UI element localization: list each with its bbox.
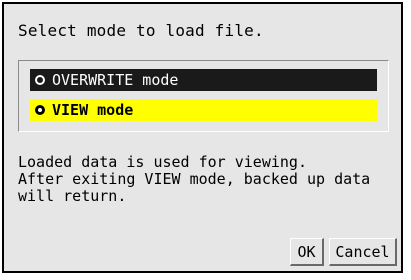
dialog-title: Select mode to load file.	[18, 21, 264, 40]
description-line: will return.	[18, 187, 127, 205]
overwrite-mode-label: OVERWRITE mode	[52, 71, 179, 89]
radio-unselected-icon	[35, 75, 45, 85]
view-mode-label: VIEW mode	[52, 101, 134, 119]
description-line: After exiting VIEW mode, backed up data	[18, 170, 371, 188]
mode-description: Loaded data is used for viewing. After e…	[18, 154, 398, 205]
overwrite-mode-option[interactable]: OVERWRITE mode	[30, 69, 377, 91]
description-line: Loaded data is used for viewing.	[18, 153, 307, 171]
mode-options-group: OVERWRITE mode VIEW mode	[18, 60, 389, 132]
load-mode-dialog: Select mode to load file. OVERWRITE mode…	[2, 2, 403, 273]
cancel-button[interactable]: Cancel	[329, 238, 397, 266]
ok-button[interactable]: OK	[290, 238, 324, 266]
view-mode-option[interactable]: VIEW mode	[30, 99, 377, 121]
radio-selected-icon	[35, 105, 45, 115]
